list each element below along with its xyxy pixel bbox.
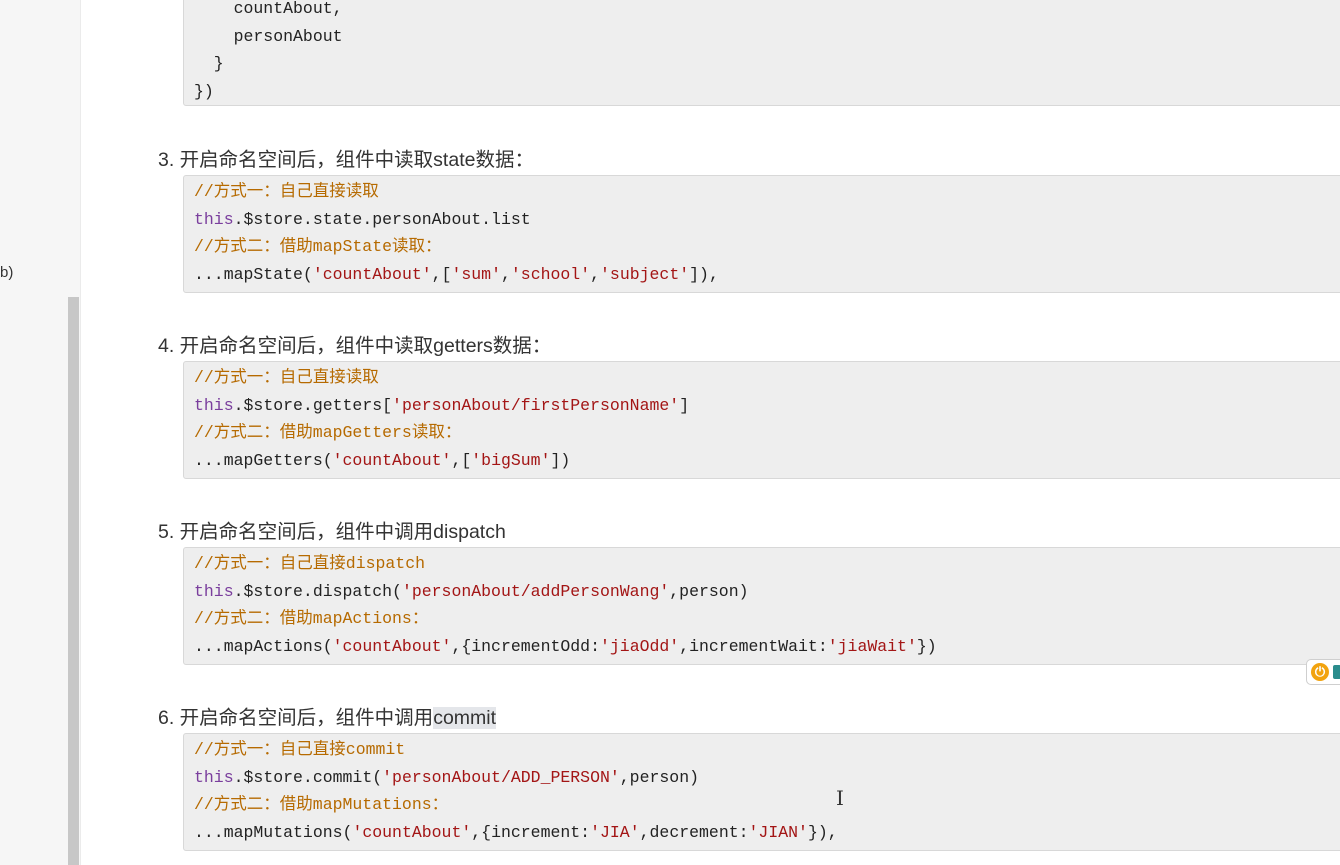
code-line: //方式一：自己直接读取 xyxy=(194,364,1340,392)
heading-call-commit: 6. 开启命名空间后，组件中调用commit xyxy=(158,701,497,730)
heading-call-dispatch: 5. 开启命名空间后，组件中调用dispatch xyxy=(158,521,506,543)
code-line: personAbout xyxy=(194,23,1340,51)
code-token: ,incrementWait: xyxy=(679,637,828,657)
code-token: 'JIAN' xyxy=(748,823,808,843)
code-block-read-getters: //方式一：自己直接读取 this.$store.getters['personA… xyxy=(183,361,1340,479)
code-token: .$store.dispatch( xyxy=(233,581,402,601)
code-token: this xyxy=(194,209,234,229)
code-token: ,person) xyxy=(619,767,699,787)
code-line: this.$store.commit('personAbout/ADD_PERS… xyxy=(194,764,1340,792)
code-token: //方式一：自己直接dispatch xyxy=(194,554,426,573)
code-token: countAbout, xyxy=(194,0,343,18)
code-token: ] xyxy=(679,395,690,415)
code-token: ,{incrementOdd: xyxy=(451,637,600,657)
code-token: , xyxy=(500,265,511,285)
code-line: this.$store.state.personAbout.list xyxy=(194,206,1340,234)
code-token: 'countAbout' xyxy=(332,637,452,657)
code-line: //方式二：借助mapMutations： xyxy=(194,791,1340,819)
power-icon: ⏻ xyxy=(1311,663,1329,681)
heading-call-commit-text: 6. 开启命名空间后，组件中调用 xyxy=(158,707,434,729)
code-token: 'subject' xyxy=(600,265,690,285)
code-token: ...mapActions( xyxy=(194,637,333,657)
code-token: .$store.state.personAbout.list xyxy=(233,209,531,229)
code-token: ,[ xyxy=(431,265,452,285)
code-token: //方式二：借助mapGetters读取： xyxy=(194,423,462,443)
code-token: this xyxy=(194,581,234,601)
code-token: ,decrement: xyxy=(639,823,749,843)
code-token: 'countAbout' xyxy=(352,823,472,843)
code-token: ...mapGetters( xyxy=(194,451,333,471)
code-token: 'countAbout' xyxy=(312,265,432,285)
code-line: //方式一：自己直接读取 xyxy=(194,178,1340,206)
code-token: , xyxy=(590,265,601,285)
code-line: ...mapGetters('countAbout',['bigSum']) xyxy=(194,447,1340,475)
code-token: 'countAbout' xyxy=(332,451,452,471)
code-line: //方式一：自己直接commit xyxy=(194,736,1340,764)
code-token: ]), xyxy=(689,265,719,285)
code-block-call-dispatch: //方式一：自己直接dispatch this.$store.dispatch('… xyxy=(183,547,1340,665)
code-token: //方式一：自己直接读取 xyxy=(194,182,379,201)
code-line: } xyxy=(194,50,1340,78)
code-line: ...mapMutations('countAbout',{increment:… xyxy=(194,819,1340,847)
code-line: //方式二：借助mapActions： xyxy=(194,605,1340,633)
code-block-read-state: //方式一：自己直接读取 this.$store.state.personAbou… xyxy=(183,175,1340,293)
selected-text-highlight[interactable]: commit xyxy=(433,707,497,729)
code-line: ...mapActions('countAbout',{incrementOdd… xyxy=(194,633,1340,661)
heading-read-getters: 4. 开启命名空间后，组件中读取getters数据： xyxy=(158,335,552,357)
code-token: }), xyxy=(807,823,838,843)
code-block-store-modules: countAbout, personAbout }}) xyxy=(183,0,1340,106)
code-token: ...mapState( xyxy=(194,265,313,285)
code-token: ,{increment: xyxy=(471,823,591,843)
code-block-call-commit: //方式一：自己直接commit this.$store.commit('pers… xyxy=(183,733,1340,851)
code-token: this xyxy=(194,767,234,787)
scrollbar-thumb[interactable] xyxy=(68,297,79,865)
code-line: //方式一：自己直接dispatch xyxy=(194,550,1340,578)
code-token: 'JIA' xyxy=(590,823,640,843)
power-widget-button[interactable]: ⏻ xyxy=(1306,659,1340,685)
code-token: } xyxy=(194,54,224,74)
code-token: //方式二：借助mapMutations： xyxy=(194,795,449,815)
code-token: ,[ xyxy=(451,451,472,471)
document-page: b) countAbout, personAbout }}) 3. 开启命名空间… xyxy=(0,0,1340,865)
code-token: //方式二：借助mapActions： xyxy=(194,609,429,629)
code-token: ,person) xyxy=(669,581,749,601)
sidebar: b) xyxy=(0,0,81,865)
text-cursor-icon: I xyxy=(836,786,844,810)
code-line: this.$store.getters['personAbout/firstPe… xyxy=(194,392,1340,420)
code-line: this.$store.dispatch('personAbout/addPer… xyxy=(194,578,1340,606)
code-token: //方式一：自己直接读取 xyxy=(194,368,379,387)
code-token: 'jiaOdd' xyxy=(599,637,680,657)
code-token: personAbout xyxy=(194,26,343,46)
sidebar-text-fragment: b) xyxy=(0,264,14,281)
code-line: ...mapState('countAbout',['sum','school'… xyxy=(194,261,1340,289)
code-token: .$store.getters[ xyxy=(233,395,393,415)
code-token: 'jiaWait' xyxy=(827,637,917,657)
code-token: }) xyxy=(916,637,937,657)
code-token: ]) xyxy=(550,451,571,471)
widget-accent xyxy=(1333,665,1340,679)
code-token: .$store.commit( xyxy=(233,767,383,787)
code-token: }) xyxy=(194,82,214,102)
code-token: 'sum' xyxy=(451,265,501,285)
code-line: }) xyxy=(194,78,1340,106)
code-token: //方式一：自己直接commit xyxy=(194,740,406,759)
code-token: 'bigSum' xyxy=(471,451,551,471)
code-token: 'personAbout/addPersonWang' xyxy=(401,581,670,601)
code-line: //方式二：借助mapGetters读取： xyxy=(194,419,1340,447)
code-token: 'personAbout/firstPersonName' xyxy=(392,395,680,415)
code-token: ...mapMutations( xyxy=(194,823,353,843)
code-token: 'personAbout/ADD_PERSON' xyxy=(382,767,620,787)
code-line: //方式二：借助mapState读取： xyxy=(194,233,1340,261)
code-token: //方式二：借助mapState读取： xyxy=(194,237,442,257)
heading-read-state: 3. 开启命名空间后，组件中读取state数据： xyxy=(158,149,534,171)
code-token: 'school' xyxy=(510,265,591,285)
code-token: this xyxy=(194,395,234,415)
code-line: countAbout, xyxy=(194,0,1340,23)
